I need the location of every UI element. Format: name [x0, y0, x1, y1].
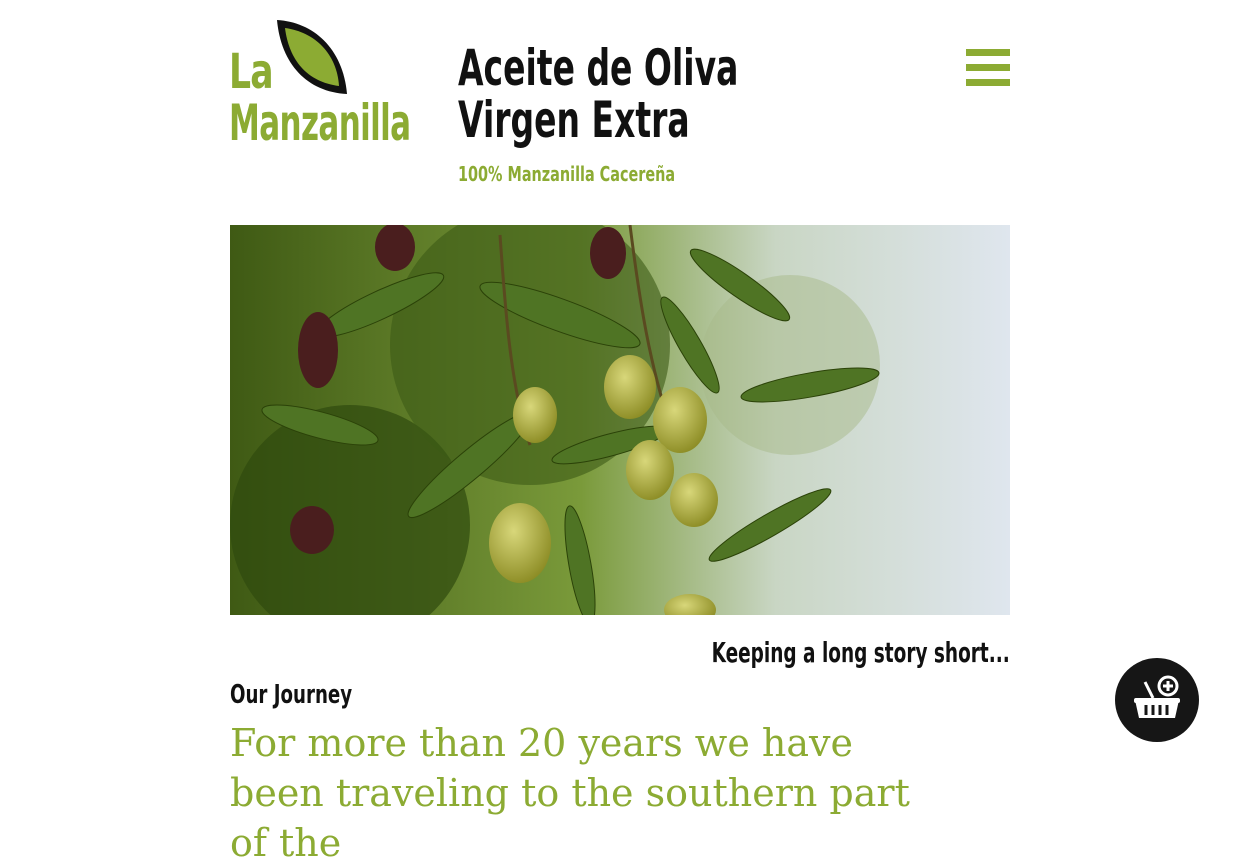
lead-paragraph: For more than 20 years we have been trav… — [230, 721, 910, 865]
tagline-subtitle: 100% Manzanilla Cacereña — [458, 162, 676, 186]
tagline-line1: Aceite de Oliva — [458, 39, 739, 97]
cart-button[interactable] — [1115, 658, 1199, 742]
hero-image — [230, 225, 1010, 615]
brand-logo[interactable]: La Manzanilla — [229, 18, 444, 158]
leaf-icon — [277, 20, 347, 94]
menu-bar — [966, 64, 1010, 71]
hamburger-menu-icon[interactable] — [966, 49, 1010, 87]
brand-name-line2: Manzanilla — [229, 94, 411, 152]
story-heading: Keeping a long story short... — [711, 636, 1010, 669]
brand-name-line1: La — [229, 44, 274, 100]
menu-bar — [966, 79, 1010, 86]
olive-branch-photo — [230, 225, 1010, 615]
menu-bar — [966, 49, 1010, 56]
basket-add-icon — [1134, 675, 1180, 718]
product-tagline: Aceite de Oliva Virgen Extra 100% Manzan… — [458, 39, 883, 186]
section-title: Our Journey — [230, 680, 353, 710]
tagline-line2: Virgen Extra — [458, 91, 690, 149]
